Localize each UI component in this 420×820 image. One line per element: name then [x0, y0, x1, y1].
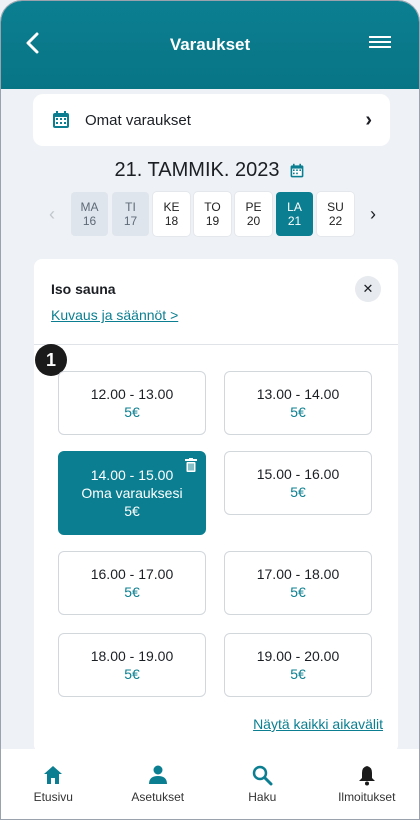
time-slot[interactable]: 13.00 - 14.00 5€: [224, 371, 372, 435]
time-slot[interactable]: 18.00 - 19.00 5€: [58, 633, 206, 697]
search-icon: [253, 765, 273, 786]
trash-icon[interactable]: [185, 458, 197, 472]
slot-price: 5€: [124, 404, 140, 420]
calendar-icon: [291, 163, 304, 177]
phone-frame: Varaukset Omat varaukset › 21. TAMMIK. 2…: [0, 0, 420, 820]
time-slot[interactable]: 16.00 - 17.00 5€: [58, 551, 206, 615]
day-of-week: SU: [327, 200, 344, 214]
slot-time: 18.00 - 19.00: [90, 648, 174, 664]
slot-price: 5€: [290, 484, 306, 500]
time-slot[interactable]: 19.00 - 20.00 5€: [224, 633, 372, 697]
resource-card: Iso sauna Kuvaus ja säännöt > ✕ 1 12.00 …: [34, 259, 398, 754]
day-of-week: PE: [245, 200, 262, 214]
calendar-icon: [53, 111, 69, 128]
date-heading[interactable]: 21. TAMMIK. 2023: [1, 159, 419, 182]
slot-price: 5€: [124, 584, 140, 600]
day-number: 21: [287, 214, 302, 228]
day-number: 17: [123, 214, 138, 228]
resource-name: Iso sauna: [51, 281, 116, 297]
day-ke[interactable]: KE 18: [153, 192, 190, 236]
slot-time: 17.00 - 18.00: [256, 566, 340, 582]
slot-price: 5€: [124, 503, 140, 519]
slot-time: 15.00 - 16.00: [256, 466, 340, 482]
day-of-week: KE: [163, 200, 180, 214]
day-number: 16: [82, 214, 97, 228]
prev-week-button[interactable]: ‹: [39, 204, 65, 225]
next-week-button[interactable]: ›: [360, 204, 386, 225]
nav-item-haku[interactable]: Haku: [217, 764, 307, 804]
page-title: Varaukset: [169, 35, 251, 54]
nav-label: Haku: [248, 790, 277, 804]
own-bookings-button[interactable]: Omat varaukset ›: [33, 94, 390, 146]
day-ma[interactable]: MA 16: [71, 192, 108, 236]
day-number: 22: [328, 214, 343, 228]
slot-time: 13.00 - 14.00: [256, 386, 340, 402]
own-booking-slot[interactable]: 14.00 - 15.00 Oma varauksesi 5€: [58, 451, 206, 535]
nav-label: Asetukset: [131, 790, 185, 804]
time-slot[interactable]: 15.00 - 16.00 5€: [224, 451, 372, 515]
slot-time: 19.00 - 20.00: [256, 648, 340, 664]
menu-button[interactable]: [369, 33, 391, 53]
nav-label: Ilmoitukset: [338, 790, 396, 804]
close-icon: ✕: [362, 281, 374, 296]
day-number: 18: [164, 214, 179, 228]
slot-price: 5€: [290, 404, 306, 420]
day-of-week: MA: [80, 200, 99, 214]
app-bar: Varaukset: [1, 1, 419, 89]
slot-time: 14.00 - 15.00: [90, 467, 174, 483]
nav-item-ilmoitukset[interactable]: Ilmoitukset: [322, 764, 412, 804]
nav-item-etusivu[interactable]: Etusivu: [8, 764, 98, 804]
day-pe[interactable]: PE 20: [235, 192, 272, 236]
week-selector: ‹ MA 16 TI 17 KE 18 TO 19 PE 20 LA 21 SU 22 ›: [39, 192, 389, 236]
day-su[interactable]: SU 22: [317, 192, 354, 236]
chevron-right-icon: ›: [365, 108, 372, 131]
day-list: MA 16 TI 17 KE 18 TO 19 PE 20 LA 21 SU 22: [71, 192, 354, 236]
day-number: 20: [246, 214, 261, 228]
slot-price: 5€: [290, 584, 306, 600]
close-button[interactable]: ✕: [355, 276, 381, 302]
day-la[interactable]: LA 21: [276, 192, 313, 236]
resource-header: Iso sauna Kuvaus ja säännöt > ✕: [34, 259, 398, 345]
slot-note: Oma varauksesi: [81, 485, 183, 501]
person-icon: [148, 765, 167, 784]
day-to[interactable]: TO 19: [194, 192, 231, 236]
own-bookings-label: Omat varaukset: [85, 111, 191, 129]
day-of-week: TO: [204, 200, 221, 214]
show-all-slots-link[interactable]: Näytä kaikki aikavälit: [253, 716, 383, 732]
bell-icon: [358, 766, 375, 786]
home-icon: [44, 766, 63, 784]
time-slot[interactable]: 17.00 - 18.00 5€: [224, 551, 372, 615]
bottom-navigation: Etusivu Asetukset Haku Ilmoitukset: [1, 749, 419, 819]
slot-price: 5€: [124, 666, 140, 682]
day-ti[interactable]: TI 17: [112, 192, 149, 236]
nav-item-asetukset[interactable]: Asetukset: [113, 764, 203, 804]
date-label: 21. TAMMIK. 2023: [114, 159, 280, 181]
time-slot[interactable]: 12.00 - 13.00 5€: [58, 371, 206, 435]
slot-price: 5€: [290, 666, 306, 682]
day-number: 19: [205, 214, 220, 228]
day-of-week: TI: [125, 200, 136, 214]
description-link[interactable]: Kuvaus ja säännöt >: [51, 307, 178, 323]
day-of-week: LA: [287, 200, 302, 214]
nav-label: Etusivu: [33, 790, 73, 804]
slot-time: 16.00 - 17.00: [90, 566, 174, 582]
slot-time: 12.00 - 13.00: [90, 386, 174, 402]
